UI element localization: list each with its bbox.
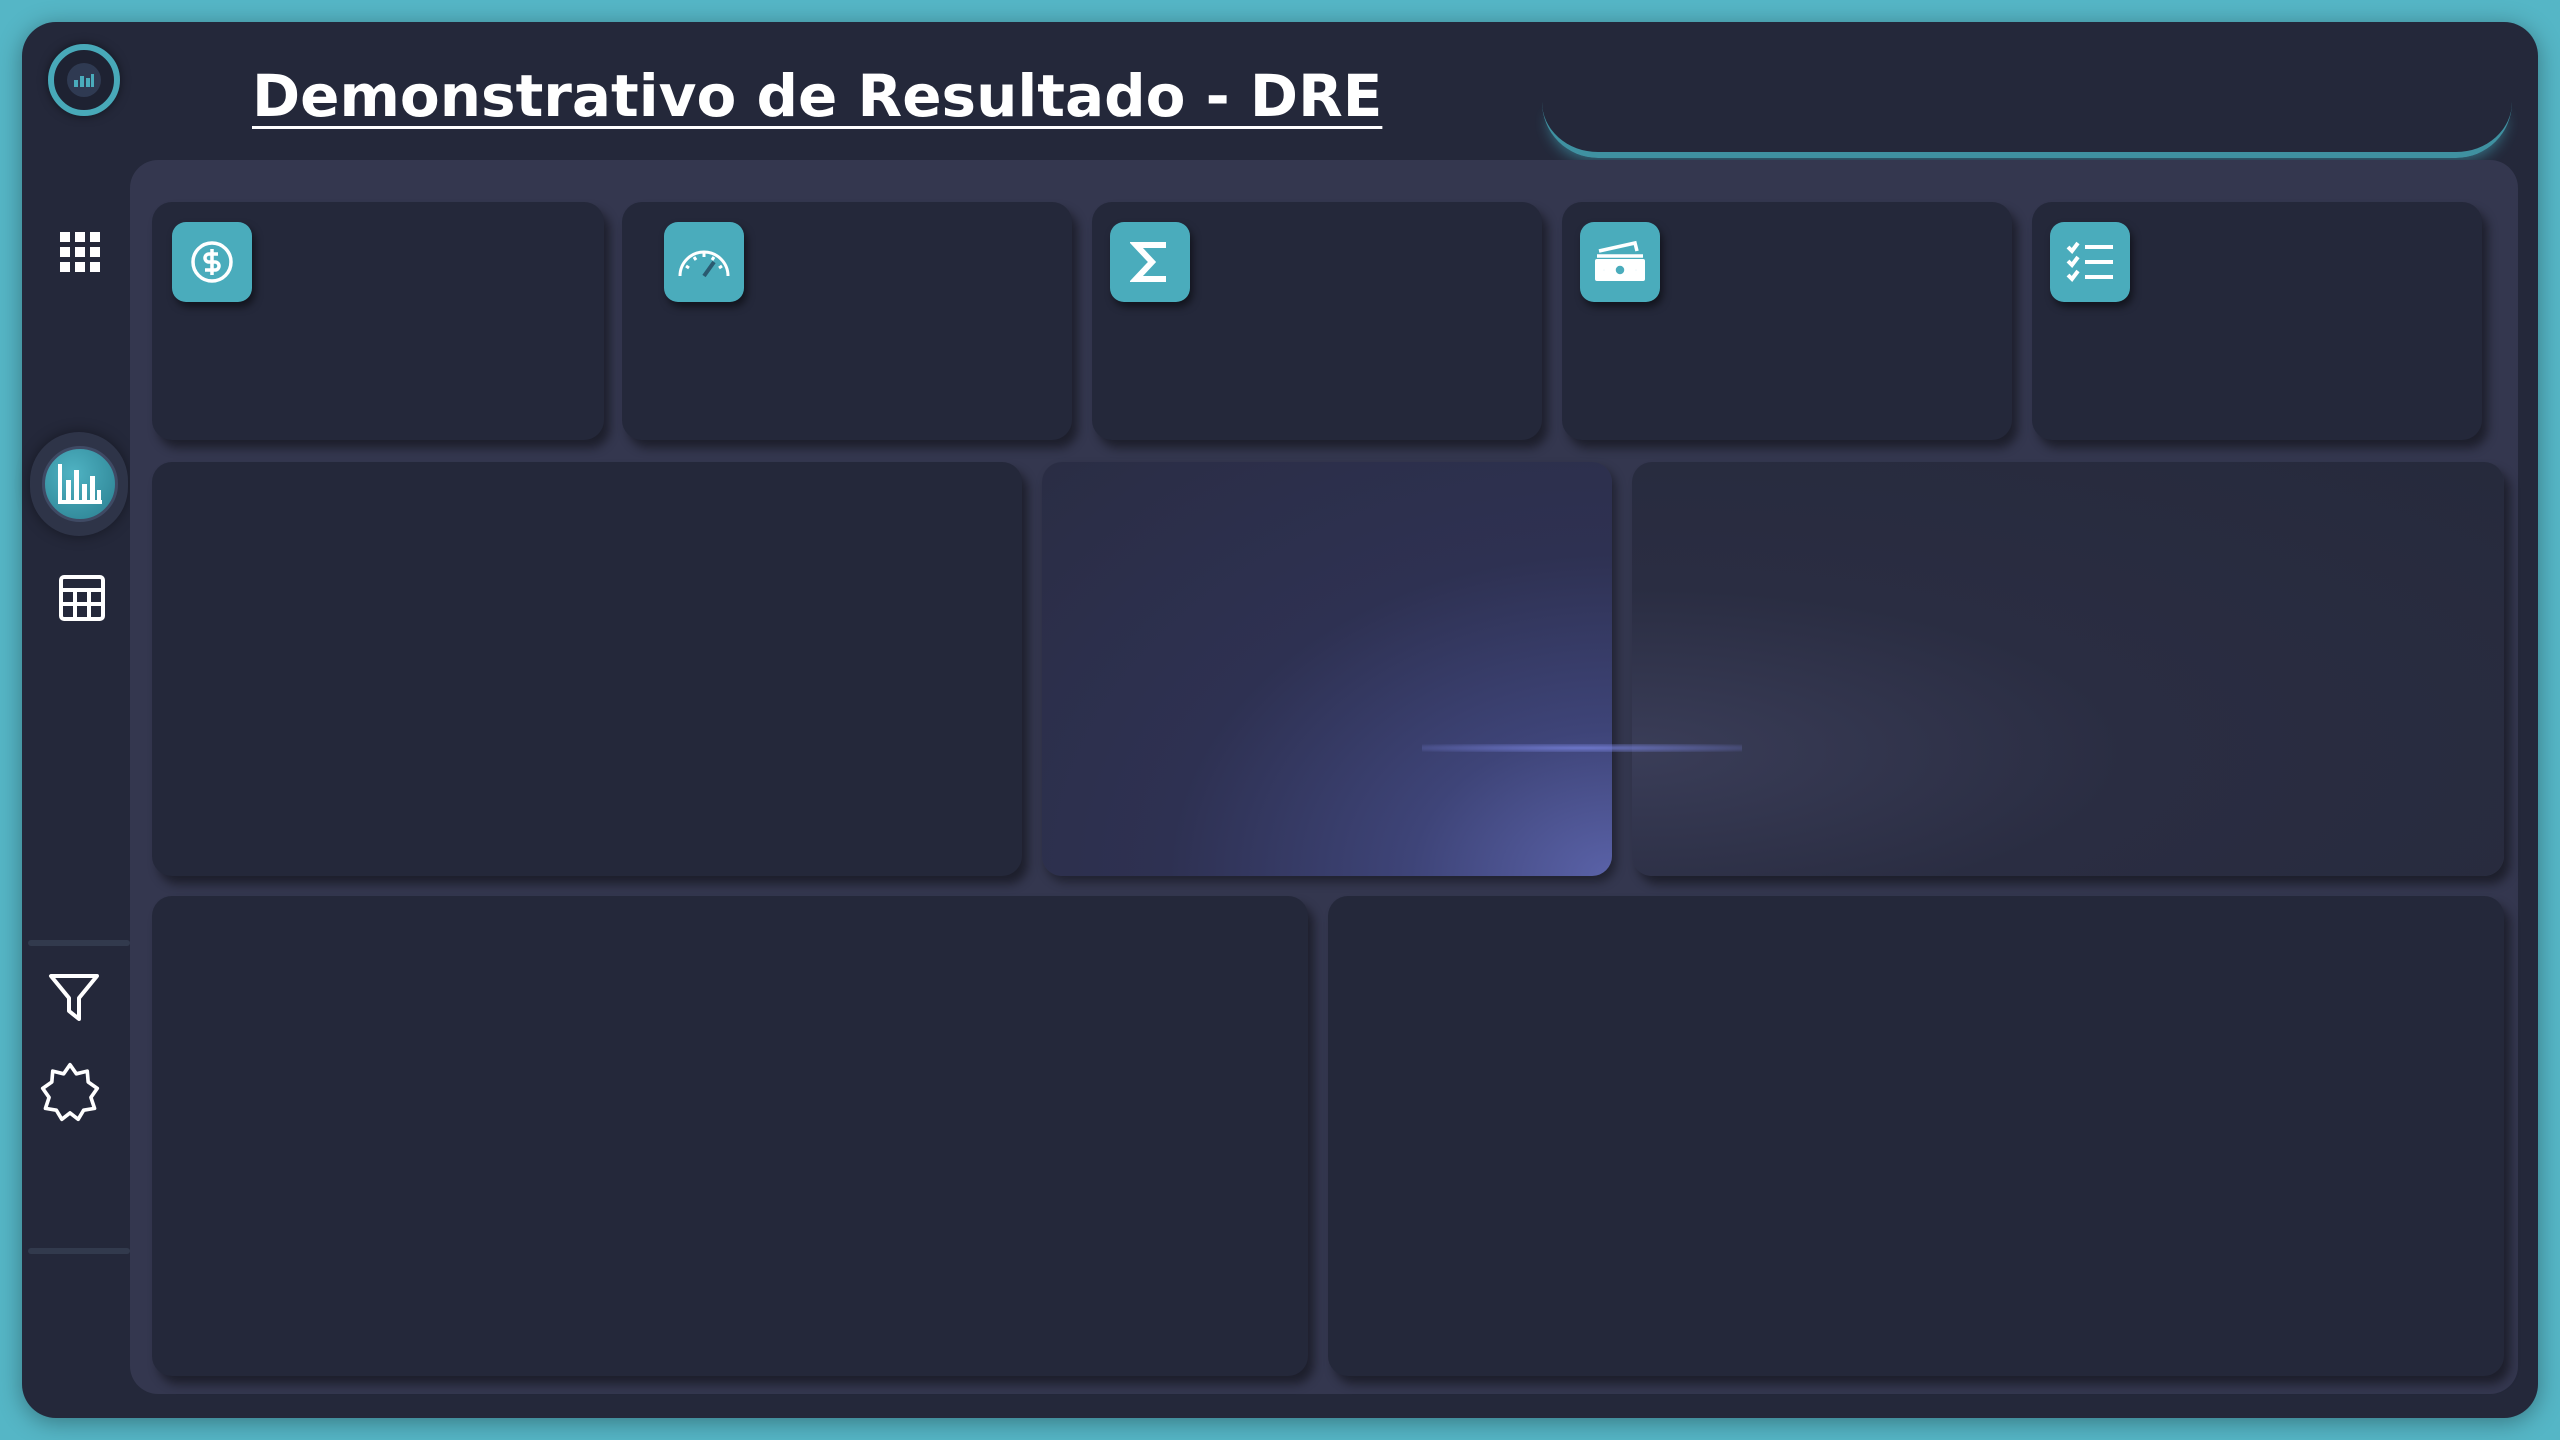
bar-chart-icon	[58, 464, 102, 504]
kpi-card-revenue	[152, 202, 604, 440]
sigma-icon	[1110, 222, 1190, 302]
checklist-icon	[2050, 222, 2130, 302]
sidebar-divider	[28, 940, 130, 946]
chart-panel-bottom-right	[1328, 896, 2504, 1376]
sidebar-divider	[28, 1248, 130, 1254]
glow-accent	[1422, 744, 1742, 752]
chart-panel-right	[1632, 462, 2504, 876]
theme-toggle-icon[interactable]	[40, 1062, 100, 1122]
speedometer-icon	[664, 222, 744, 302]
dollar-circle-icon	[172, 222, 252, 302]
kpi-card-cash	[1562, 202, 2012, 440]
kpi-card-total	[1092, 202, 1542, 440]
apps-grid-icon[interactable]	[50, 222, 110, 282]
page-title: Demonstrativo de Resultado - DRE	[252, 62, 1383, 130]
calculator-table-icon[interactable]	[52, 568, 112, 628]
app-window: Demonstrativo de Resultado - DRE	[22, 22, 2538, 1418]
header-accent	[1542, 102, 2512, 158]
kpi-card-performance	[622, 202, 1072, 440]
sidebar-item-dashboard[interactable]	[30, 432, 128, 536]
chart-panel-center	[1042, 462, 1612, 876]
chart-panel-bottom-left	[152, 896, 1308, 1376]
chart-panel-left	[152, 462, 1022, 876]
cash-bills-icon	[1580, 222, 1660, 302]
filter-icon[interactable]	[44, 968, 104, 1028]
kpi-card-checklist	[2032, 202, 2482, 440]
logo	[48, 44, 120, 116]
dashboard-panel	[130, 160, 2518, 1394]
